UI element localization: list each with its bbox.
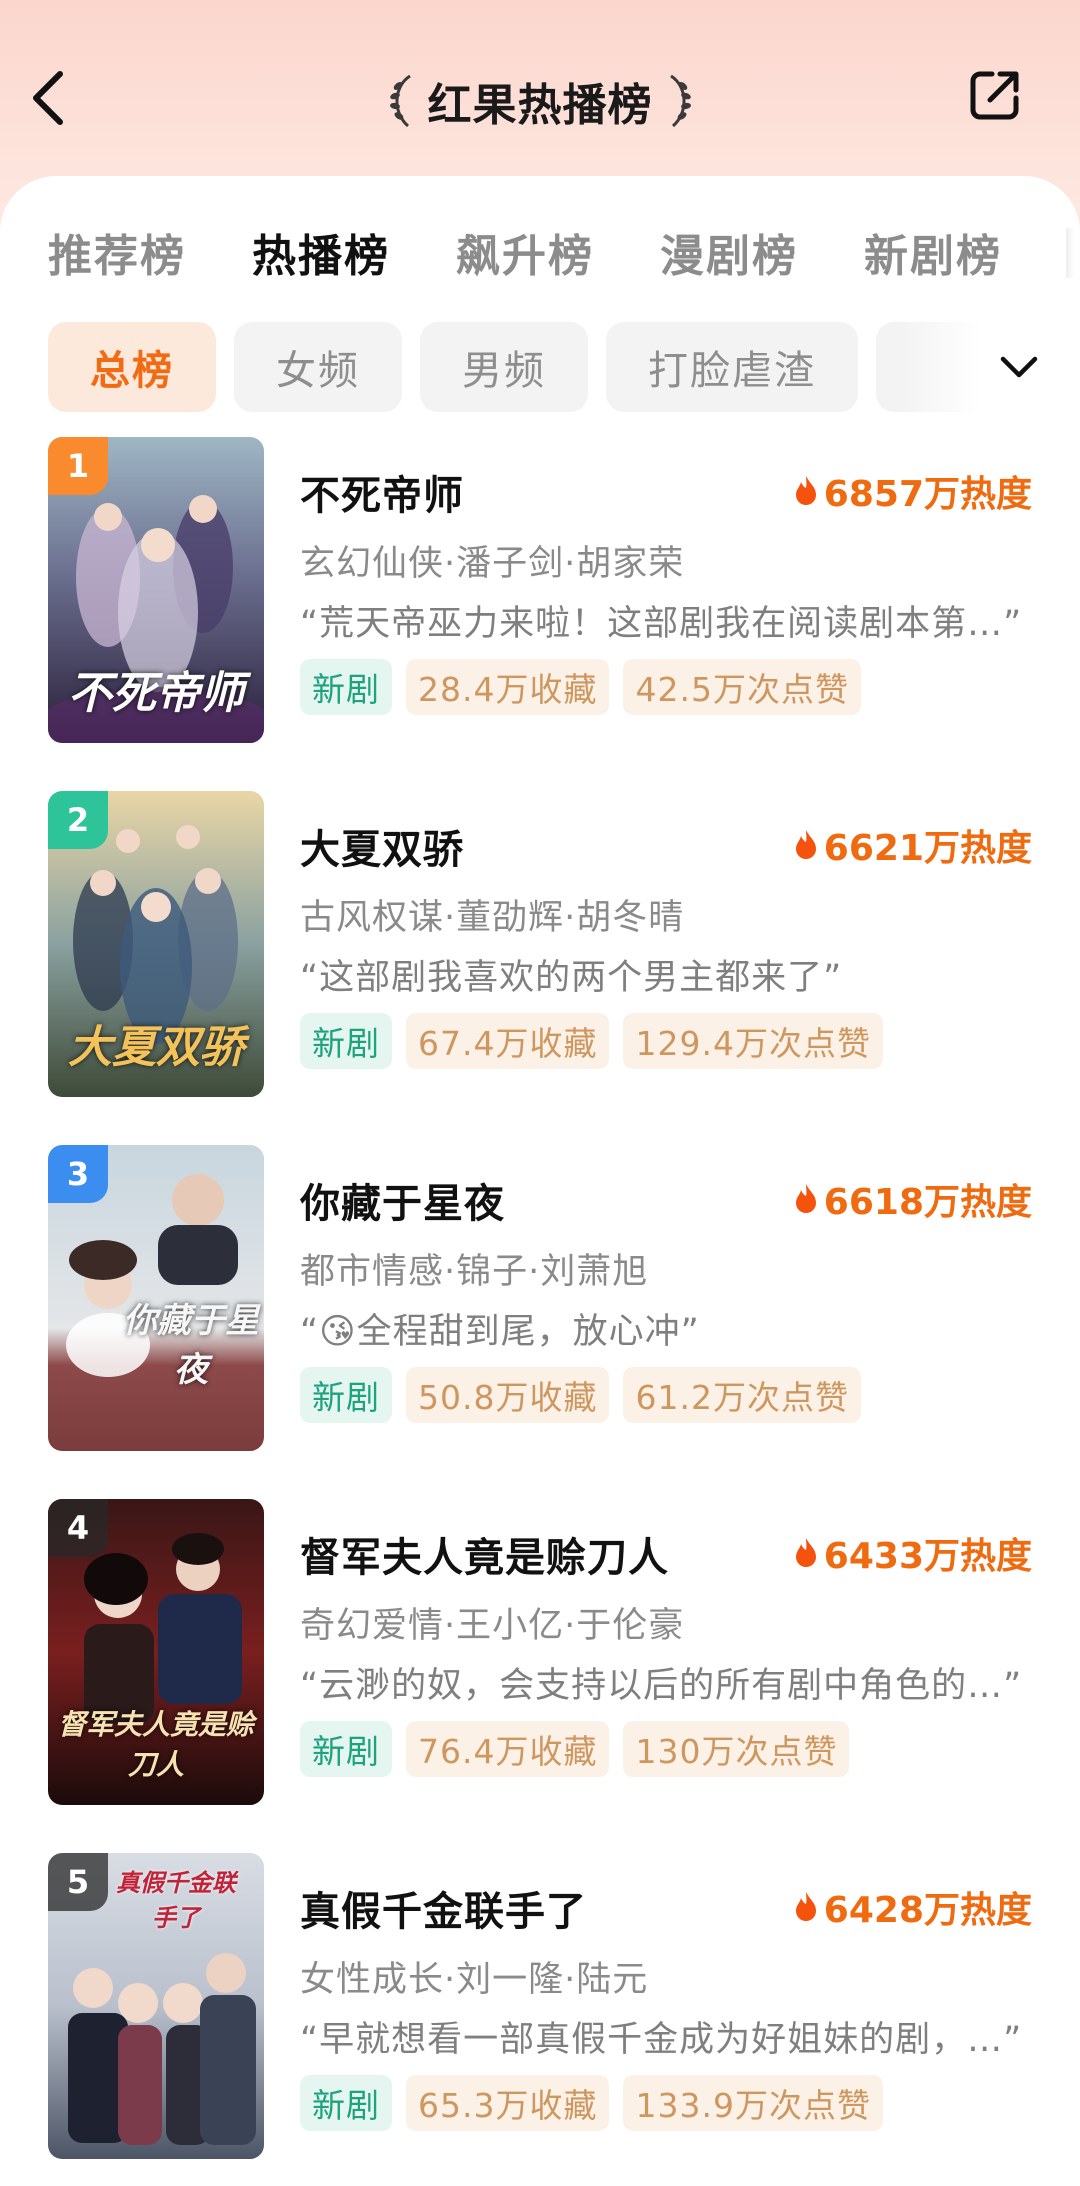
tab-hot[interactable]: 热播榜 <box>252 220 390 284</box>
chevron-down-icon <box>1000 356 1038 378</box>
heat-score: 6433万热度 <box>794 1527 1032 1579</box>
favorites-count: 67.4万收藏 <box>406 1013 610 1069</box>
rank-badge: 5 <box>48 1853 108 1911</box>
likes-count: 61.2万次点赞 <box>623 1367 861 1423</box>
rank-badge: 1 <box>48 437 108 495</box>
review-quote: “早就想看一部真假千金成为好姐妹的剧，…” <box>300 2020 1023 2060</box>
heat-score: 6618万热度 <box>794 1173 1032 1225</box>
chip-male[interactable]: 男频 <box>420 322 588 412</box>
category-chips: 总榜 女频 男频 打脸虐渣 <box>0 322 1080 414</box>
drama-title[interactable]: 大夏双骄 <box>300 817 464 875</box>
poster-image[interactable]: 1 不死帝师 <box>48 437 264 743</box>
heat-value: 6618万热度 <box>823 1182 1032 1223</box>
new-badge: 新剧 <box>300 1721 392 1777</box>
tabs-overflow-edge <box>1066 228 1074 278</box>
flame-icon <box>795 1538 816 1567</box>
header: 红果热播榜 <box>0 0 1080 190</box>
rank-badge: 3 <box>48 1145 108 1203</box>
new-badge: 新剧 <box>300 2075 392 2131</box>
chip-revenge[interactable]: 打脸虐渣 <box>606 322 858 412</box>
expand-categories-button[interactable] <box>998 352 1040 382</box>
poster-title: 你藏于星夜 <box>123 1301 259 1390</box>
genre-cast: 奇幻爱情·王小亿·于伦豪 <box>300 1606 685 1646</box>
new-badge: 新剧 <box>300 659 392 715</box>
heat-score: 6428万热度 <box>794 1881 1032 1933</box>
heat-score: 6621万热度 <box>794 819 1032 871</box>
drama-title[interactable]: 不死帝师 <box>300 463 464 521</box>
genre-cast: 女性成长·刘一隆·陆元 <box>300 1960 649 2000</box>
drama-title[interactable]: 你藏于星夜 <box>300 1171 505 1229</box>
likes-count: 42.5万次点赞 <box>623 659 861 715</box>
drama-title[interactable]: 督军夫人竟是赊刀人 <box>300 1525 669 1583</box>
poster-image[interactable]: 4 督军夫人竟是赊刀人 <box>48 1499 264 1805</box>
heat-value: 6433万热度 <box>823 1536 1032 1577</box>
flame-icon <box>795 476 816 505</box>
new-badge: 新剧 <box>300 1013 392 1069</box>
tab-comic[interactable]: 漫剧榜 <box>660 220 798 284</box>
laurel-left-icon <box>389 74 411 128</box>
tag-row: 新剧 65.3万收藏 133.9万次点赞 <box>300 2075 883 2131</box>
genre-cast: 都市情感·锦子·刘萧旭 <box>300 1252 649 1292</box>
title-group: 红果热播榜 <box>0 68 1080 134</box>
tab-rising[interactable]: 飙升榜 <box>456 220 594 284</box>
tab-recommend[interactable]: 推荐榜 <box>48 220 186 284</box>
poster-title: 真假千金联手了 <box>116 1868 236 1932</box>
poster-image[interactable]: 2 大夏双骄 <box>48 791 264 1097</box>
heat-value: 6621万热度 <box>823 828 1032 869</box>
chips-fade <box>900 322 1080 414</box>
review-quote: “荒天帝巫力来啦！这部剧我在阅读剧本第…” <box>300 604 1023 644</box>
review-quote: “😘全程甜到尾，放心冲” <box>300 1312 700 1352</box>
chip-all[interactable]: 总榜 <box>48 322 216 412</box>
page-title: 红果热播榜 <box>427 80 653 131</box>
poster-title: 督军夫人竟是赊刀人 <box>57 1708 254 1781</box>
review-quote: “这部剧我喜欢的两个男主都来了” <box>300 958 843 998</box>
flame-icon <box>795 830 816 859</box>
heat-score: 6857万热度 <box>794 465 1032 517</box>
list-item[interactable]: 1 不死帝师 不死帝师 6857万热度 玄幻仙侠·潘子剑·胡家荣 “荒天帝巫力来… <box>0 437 1080 757</box>
poster-image[interactable]: 5 真假千金联手了 <box>48 1853 264 2159</box>
rank-badge: 4 <box>48 1499 108 1557</box>
tag-row: 新剧 67.4万收藏 129.4万次点赞 <box>300 1013 883 1069</box>
favorites-count: 50.8万收藏 <box>406 1367 610 1423</box>
heat-value: 6857万热度 <box>823 474 1032 515</box>
tab-new[interactable]: 新剧榜 <box>864 220 1002 284</box>
ranking-tabs: 推荐榜 热播榜 飙升榜 漫剧榜 新剧榜 <box>0 220 1080 290</box>
favorites-count: 76.4万收藏 <box>406 1721 610 1777</box>
drama-title[interactable]: 真假千金联手了 <box>300 1879 587 1937</box>
favorites-count: 65.3万收藏 <box>406 2075 610 2131</box>
list-item[interactable]: 3 你藏于星夜 你藏于星夜 6618万热度 都市情感·锦子·刘萧旭 “😘全程甜到… <box>0 1145 1080 1465</box>
list-item[interactable]: 2 大夏双骄 大夏双骄 6621万热度 古风权谋·董劭辉·胡冬晴 “这部剧我喜欢… <box>0 791 1080 1111</box>
genre-cast: 玄幻仙侠·潘子剑·胡家荣 <box>300 544 685 584</box>
rank-badge: 2 <box>48 791 108 849</box>
tag-row: 新剧 76.4万收藏 130万次点赞 <box>300 1721 850 1777</box>
poster-title: 不死帝师 <box>68 668 244 719</box>
share-out-icon <box>970 71 1019 120</box>
heat-value: 6428万热度 <box>823 1890 1032 1931</box>
poster-image[interactable]: 3 你藏于星夜 <box>48 1145 264 1451</box>
favorites-count: 28.4万收藏 <box>406 659 610 715</box>
tag-row: 新剧 28.4万收藏 42.5万次点赞 <box>300 659 861 715</box>
likes-count: 130万次点赞 <box>623 1721 850 1777</box>
review-quote: “云渺的奴，会支持以后的所有剧中角色的…” <box>300 1666 1023 1706</box>
flame-icon <box>795 1892 816 1921</box>
flame-icon <box>795 1184 816 1213</box>
list-item[interactable]: 5 真假千金联手了 真假千金联手了 6428万热度 女性成长·刘一隆·陆元 “早… <box>0 1853 1080 2173</box>
likes-count: 129.4万次点赞 <box>623 1013 883 1069</box>
tag-row: 新剧 50.8万收藏 61.2万次点赞 <box>300 1367 861 1423</box>
likes-count: 133.9万次点赞 <box>623 2075 883 2131</box>
chip-female[interactable]: 女频 <box>234 322 402 412</box>
laurel-right-icon <box>669 74 691 128</box>
new-badge: 新剧 <box>300 1367 392 1423</box>
share-button[interactable] <box>966 66 1024 124</box>
genre-cast: 古风权谋·董劭辉·胡冬晴 <box>300 898 685 938</box>
poster-title: 大夏双骄 <box>68 1022 244 1073</box>
list-item[interactable]: 4 督军夫人竟是赊刀人 督军夫人竟是赊刀人 6433万热度 奇幻爱情·王小亿·于… <box>0 1499 1080 1819</box>
